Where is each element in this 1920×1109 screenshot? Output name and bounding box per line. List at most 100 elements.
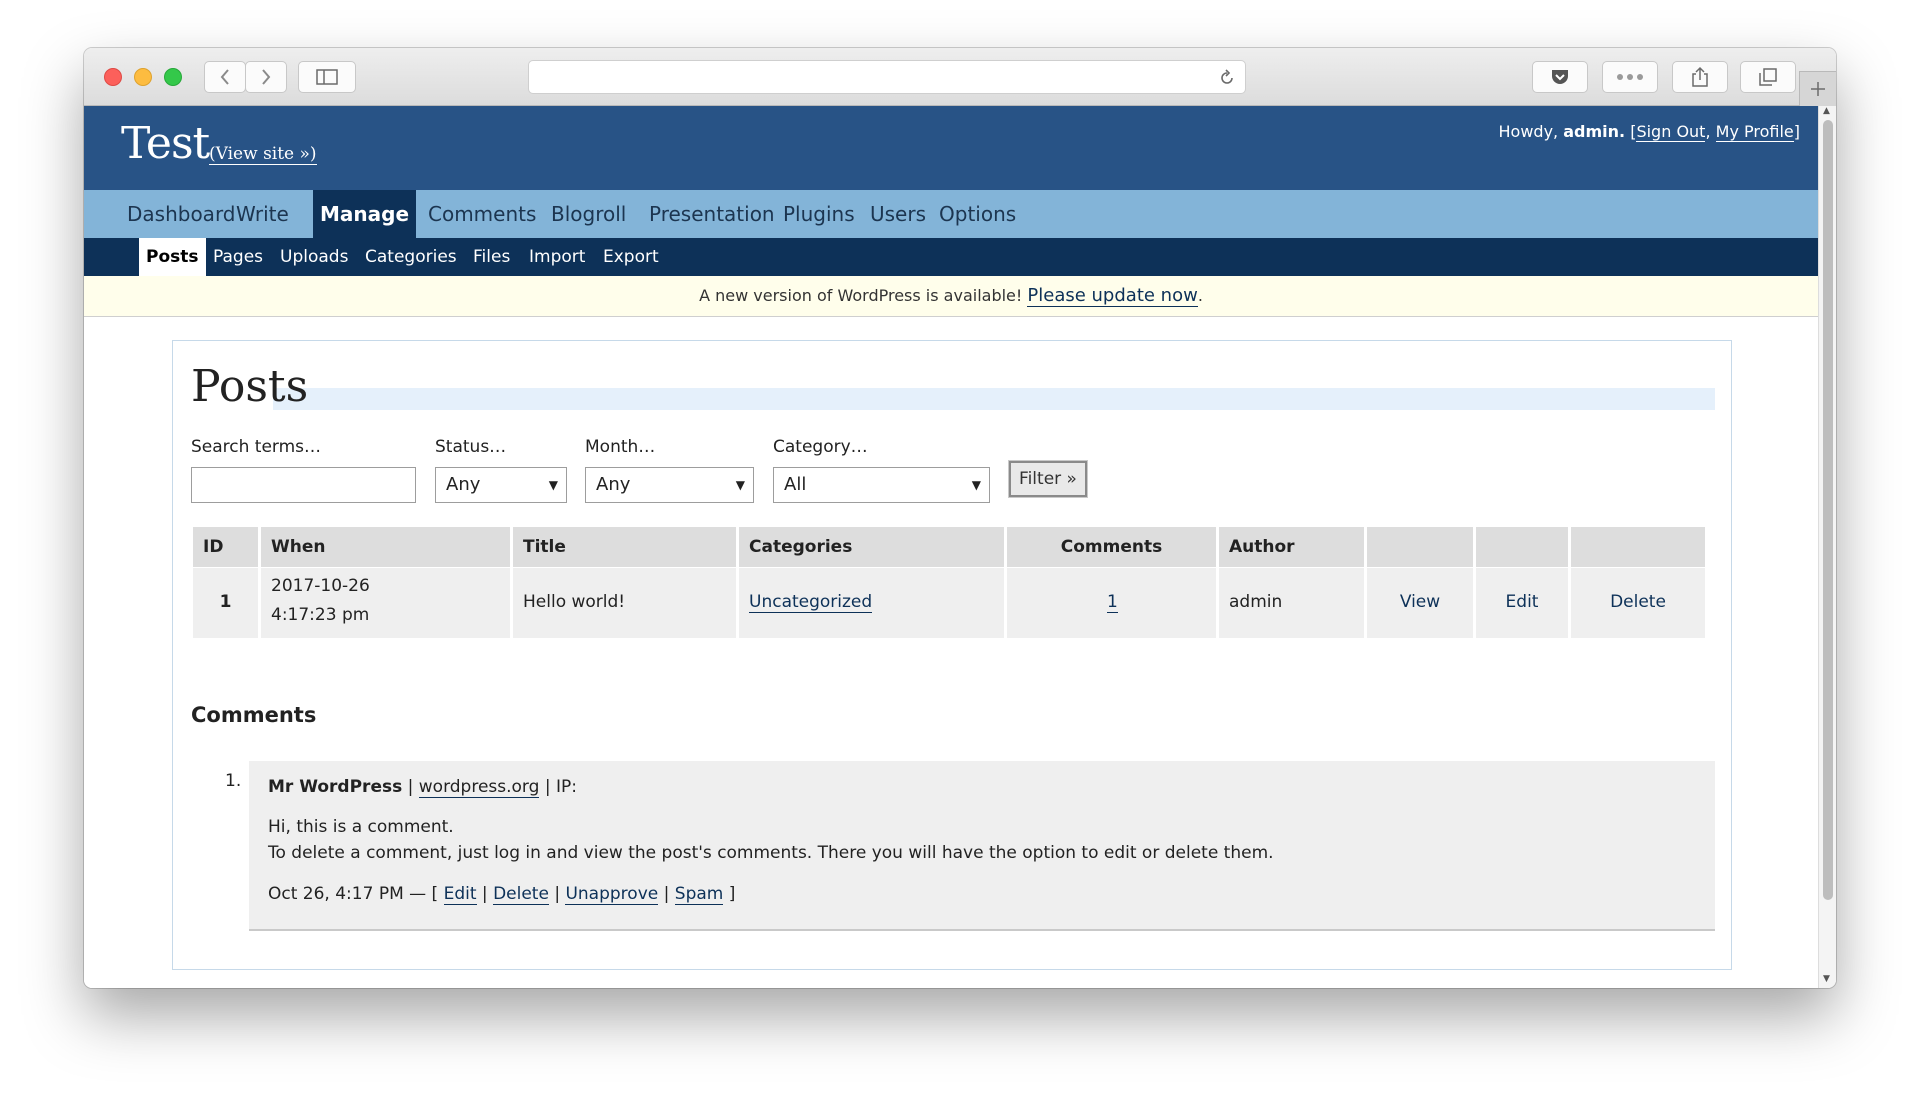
- nav-dashboard[interactable]: Dashboard: [120, 190, 243, 238]
- nav-users[interactable]: Users: [863, 190, 933, 238]
- new-tab-button[interactable]: [1799, 71, 1836, 106]
- month-select[interactable]: Any ▼: [585, 467, 754, 503]
- separator: |: [554, 884, 561, 904]
- howdy-text: Howdy,: [1498, 122, 1559, 141]
- comments-count-link[interactable]: 1: [1107, 592, 1118, 613]
- view-post-link[interactable]: View: [1367, 592, 1473, 612]
- comment-meta: Mr WordPress | wordpress.org | IP:: [268, 777, 577, 798]
- subnav-export[interactable]: Export: [596, 238, 666, 276]
- comment-line-1: Hi, this is a comment.: [268, 817, 454, 837]
- category-value: All: [784, 474, 807, 495]
- dropdown-arrow-icon: ▼: [735, 478, 745, 492]
- post-time: 4:17:23 pm: [271, 605, 370, 625]
- th-title: Title: [513, 527, 736, 567]
- sign-out-link[interactable]: Sign Out: [1636, 122, 1706, 142]
- minimize-window-button[interactable]: [134, 68, 152, 86]
- page-title: Posts: [191, 361, 309, 412]
- back-button[interactable]: [204, 61, 246, 93]
- forward-button[interactable]: [245, 61, 287, 93]
- separator: |: [481, 884, 488, 904]
- th-when: When: [261, 527, 510, 567]
- comment-unapprove-link[interactable]: Unapprove: [565, 884, 659, 905]
- my-profile-link[interactable]: My Profile: [1715, 122, 1794, 142]
- plus-icon: [1811, 82, 1825, 96]
- post-id: 1: [219, 592, 232, 612]
- content-wrap: Posts Search terms… Status… Any ▼ Month… …: [172, 340, 1732, 970]
- comment-author-url[interactable]: wordpress.org: [418, 777, 540, 798]
- sidebar-toggle-button[interactable]: [298, 61, 356, 93]
- scroll-up-icon[interactable]: ▲: [1823, 106, 1830, 116]
- bracket-close: ]: [728, 884, 736, 904]
- ellipsis-icon: [1617, 74, 1643, 80]
- th-author: Author: [1219, 527, 1364, 567]
- main-nav: Dashboard Write Manage Comments Blogroll…: [84, 190, 1818, 238]
- post-date: 2017-10-26: [271, 576, 370, 596]
- status-label: Status…: [435, 437, 507, 457]
- table-row-author: admin: [1219, 568, 1364, 638]
- comment-line-2: To delete a comment, just log in and vie…: [268, 843, 1274, 863]
- update-now-link[interactable]: Please update now: [1027, 285, 1198, 307]
- subnav-uploads[interactable]: Uploads: [273, 238, 355, 276]
- nav-blogroll[interactable]: Blogroll: [544, 190, 633, 238]
- comment-item: Mr WordPress | wordpress.org | IP: Hi, t…: [249, 761, 1715, 931]
- more-button[interactable]: [1602, 61, 1658, 93]
- comment-delete-link[interactable]: Delete: [493, 884, 549, 905]
- category-label: Category…: [773, 437, 868, 457]
- edit-post-link[interactable]: Edit: [1476, 592, 1568, 612]
- share-button[interactable]: [1672, 61, 1728, 93]
- table-row-when: 2017-10-26 4:17:23 pm: [261, 568, 510, 638]
- nav-options[interactable]: Options: [932, 190, 1023, 238]
- category-link[interactable]: Uncategorized: [749, 592, 873, 613]
- vertical-scrollbar[interactable]: ▲ ▼: [1818, 106, 1836, 988]
- comment-date: Oct 26, 4:17 PM — [: [268, 884, 439, 904]
- nav-write[interactable]: Write: [229, 190, 296, 238]
- subnav-files[interactable]: Files: [466, 238, 517, 276]
- site-title: Test: [121, 118, 210, 169]
- nav-comments[interactable]: Comments: [421, 190, 543, 238]
- nav-manage[interactable]: Manage: [313, 190, 417, 238]
- scrollbar-thumb[interactable]: [1823, 120, 1833, 900]
- view-site-link[interactable]: (View site »): [209, 144, 317, 165]
- search-input[interactable]: [191, 467, 416, 503]
- comment-author: Mr WordPress: [268, 777, 403, 797]
- post-title: Hello world!: [523, 592, 626, 612]
- category-select[interactable]: All ▼: [773, 467, 990, 503]
- status-value: Any: [446, 474, 481, 495]
- subnav-import[interactable]: Import: [522, 238, 592, 276]
- view-site-text[interactable]: (View site »): [209, 144, 317, 165]
- subnav-categories[interactable]: Categories: [358, 238, 464, 276]
- chevron-right-icon: [262, 69, 271, 85]
- delete-post-link[interactable]: Delete: [1571, 592, 1705, 612]
- dropdown-arrow-icon: ▼: [971, 478, 981, 492]
- table-row-comments: 1: [1007, 568, 1216, 638]
- browser-window: Test (View site ») Howdy, admin. [Sign O…: [84, 48, 1836, 988]
- close-window-button[interactable]: [104, 68, 122, 86]
- th-categories: Categories: [739, 527, 1004, 567]
- comma: ,: [1705, 122, 1711, 141]
- reload-icon[interactable]: [1217, 68, 1237, 88]
- nav-plugins[interactable]: Plugins: [776, 190, 862, 238]
- th-view: [1367, 527, 1473, 567]
- web-page: Test (View site ») Howdy, admin. [Sign O…: [84, 106, 1818, 988]
- comments-heading: Comments: [191, 703, 317, 727]
- pocket-icon: [1552, 70, 1568, 84]
- filter-button[interactable]: Filter »: [1008, 460, 1088, 498]
- table-row-id: 1: [193, 568, 258, 638]
- subnav-posts[interactable]: Posts: [139, 238, 206, 276]
- tabs-overview-button[interactable]: [1740, 61, 1796, 93]
- status-select[interactable]: Any ▼: [435, 467, 567, 503]
- zoom-window-button[interactable]: [164, 68, 182, 86]
- table-row-title: Hello world!: [513, 568, 736, 638]
- address-bar[interactable]: [528, 60, 1246, 94]
- table-row-delete: Delete: [1571, 568, 1705, 638]
- nav-presentation[interactable]: Presentation: [642, 190, 782, 238]
- comment-ip: | IP:: [544, 777, 577, 797]
- update-notice: A new version of WordPress is available!…: [84, 276, 1818, 317]
- pocket-button[interactable]: [1532, 61, 1588, 93]
- th-delete: [1571, 527, 1705, 567]
- th-id: ID: [193, 527, 258, 567]
- comment-spam-link[interactable]: Spam: [674, 884, 724, 905]
- scroll-down-icon[interactable]: ▼: [1823, 974, 1830, 984]
- subnav-pages[interactable]: Pages: [206, 238, 270, 276]
- comment-edit-link[interactable]: Edit: [443, 884, 477, 905]
